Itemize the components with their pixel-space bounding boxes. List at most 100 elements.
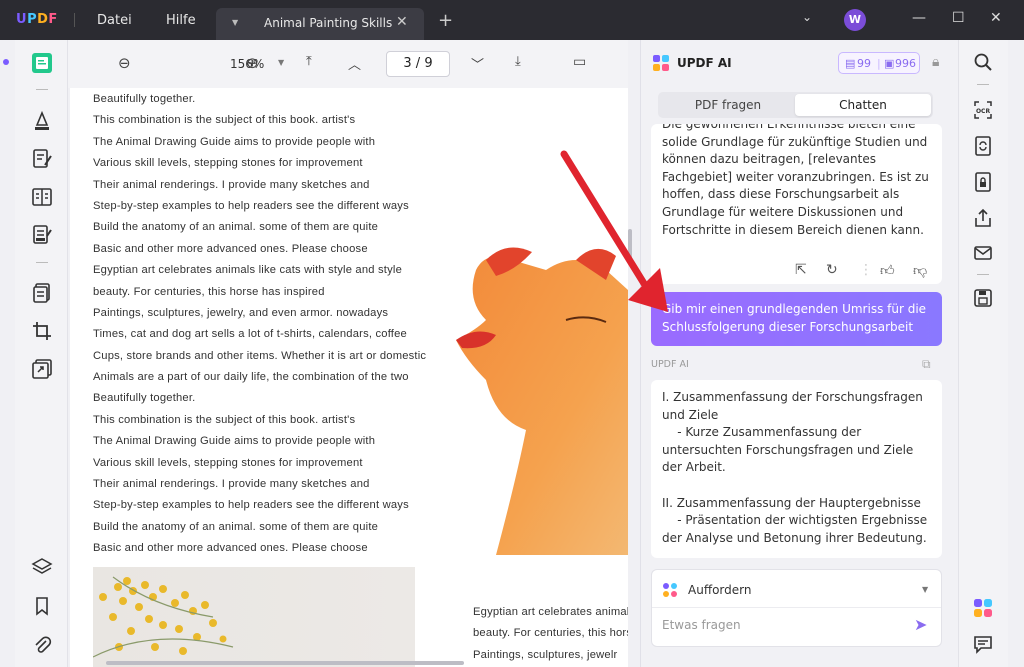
- horizontal-scrollbar[interactable]: [106, 661, 464, 665]
- share-icon[interactable]: ⇱: [795, 262, 807, 278]
- zoom-out-icon[interactable]: ⊖: [118, 54, 131, 72]
- fill-sign-icon[interactable]: [31, 224, 53, 246]
- edit-pdf-icon[interactable]: [31, 148, 53, 170]
- tab-chatten[interactable]: Chatten: [795, 94, 931, 116]
- text-line: The Animal Drawing Guide aims to provide…: [93, 135, 376, 148]
- divider: [977, 84, 989, 85]
- previous-page-icon[interactable]: ︿: [348, 54, 361, 73]
- thumbs-up-icon[interactable]: 👍︎: [880, 262, 895, 279]
- first-page-icon[interactable]: ⤒: [306, 54, 312, 69]
- ai-answer-card: Die gewonnenen Erkenntnisse bieten eine …: [651, 124, 942, 284]
- updf-ai-icon[interactable]: [973, 598, 993, 618]
- chevron-down-icon: ▼: [922, 585, 929, 594]
- chat-quota-count: 996: [895, 57, 916, 70]
- minimize-icon[interactable]: —: [912, 10, 926, 26]
- text-line: Paintings, sculptures, jewelry, and even…: [93, 306, 389, 319]
- text-line: Basic and other more advanced ones. Plea…: [93, 242, 368, 255]
- fox-painting: [456, 247, 628, 555]
- divider: [36, 262, 48, 263]
- page-text-column: Egyptian art celebrates animal beauty. Fo…: [473, 602, 628, 666]
- ai-title: UPDF AI: [677, 56, 732, 70]
- text-line: Their animal renderings. I provide many …: [93, 178, 370, 191]
- page-text: Beautifully together. This combination is…: [93, 89, 426, 560]
- page-tools-icon[interactable]: [31, 282, 53, 304]
- copy-icon[interactable]: ⧉: [922, 357, 931, 372]
- text-line: Build the anatomy of an animal. some of …: [93, 221, 379, 234]
- presentation-icon[interactable]: ▭: [573, 54, 586, 70]
- tab-dropdown-icon[interactable]: ▼: [232, 18, 238, 27]
- text-line: Basic and other more advanced ones. Plea…: [93, 542, 368, 555]
- tab-pdf-fragen[interactable]: PDF fragen: [660, 94, 796, 116]
- close-window-icon[interactable]: ✕: [990, 10, 1002, 26]
- regenerate-icon[interactable]: ↻: [826, 262, 838, 278]
- text-line: Times, cat and dog art sells a lot of t-…: [93, 328, 407, 341]
- prompt-box: Auffordern ▼ ➤: [651, 569, 942, 647]
- protect-pdf-icon[interactable]: [973, 172, 993, 192]
- highlight-icon[interactable]: [31, 110, 53, 132]
- maximize-icon[interactable]: ☐: [952, 10, 965, 26]
- layers-icon[interactable]: [31, 556, 53, 578]
- ai-answer-card: I. Zusammenfassung der Forschungsfragen …: [651, 380, 942, 558]
- quota-badge[interactable]: ▤ 99 | ▣ 996: [838, 52, 920, 74]
- document-toolbar: ⊖ 156% ▼ ⊕ ⤒ ︿ 3 / 9 ﹀ ⤓ ▭: [68, 40, 628, 88]
- text-line: Step-by-step examples to help readers se…: [93, 499, 409, 512]
- next-page-icon[interactable]: ﹀: [471, 54, 484, 73]
- send-icon[interactable]: ➤: [914, 615, 927, 634]
- mimosa-flowers: [93, 576, 234, 658]
- text-line: Cups, store brands and other items. Whet…: [93, 349, 427, 362]
- close-tab-icon[interactable]: ✕: [396, 14, 408, 30]
- crop-icon[interactable]: [31, 320, 53, 342]
- zoom-in-icon[interactable]: ⊕: [246, 54, 259, 72]
- lock-icon[interactable]: 🔒︎: [932, 54, 939, 70]
- text-line: Egyptian art celebrates animal: [473, 606, 628, 618]
- zoom-dropdown-icon[interactable]: ▼: [278, 58, 284, 67]
- divider: |: [877, 57, 881, 70]
- left-toolbar: [15, 40, 68, 667]
- prompt-mode-selector[interactable]: Auffordern ▼: [652, 570, 941, 608]
- comment-icon[interactable]: [973, 634, 993, 654]
- tab-list-chevron-icon[interactable]: ⌄: [802, 10, 812, 24]
- divider: [977, 274, 989, 275]
- document-view[interactable]: Beautifully together. This combination is…: [68, 88, 628, 667]
- text-line: This combination is the subject of this …: [93, 413, 356, 426]
- sender-label: UPDF AI: [651, 359, 689, 370]
- share-file-icon[interactable]: [973, 208, 993, 228]
- text-line: Step-by-step examples to help readers se…: [93, 199, 409, 212]
- save-icon[interactable]: [973, 288, 993, 308]
- ai-mode-tabs: PDF fragen Chatten: [658, 92, 933, 118]
- attachment-icon[interactable]: [31, 634, 53, 656]
- organize-pages-icon[interactable]: [31, 186, 53, 208]
- svg-text:OCR: OCR: [976, 108, 991, 115]
- ai-answer-text: Die gewonnenen Erkenntnisse bieten eine …: [662, 124, 929, 237]
- ask-input[interactable]: [662, 618, 902, 632]
- email-icon[interactable]: [973, 243, 993, 263]
- avatar[interactable]: W: [844, 9, 866, 31]
- reader-mode-icon[interactable]: [31, 52, 53, 74]
- ocr-icon[interactable]: OCR: [973, 100, 993, 120]
- updf-ai-icon: [653, 55, 669, 71]
- document-tab[interactable]: ▼ Animal Painting Skills ✕: [216, 8, 424, 40]
- search-icon[interactable]: [973, 52, 993, 72]
- ai-header: UPDF AI ▤ 99 | ▣ 996 🔒︎: [641, 40, 959, 86]
- thumbs-down-icon[interactable]: 👎︎: [913, 262, 927, 279]
- convert-icon[interactable]: [973, 136, 993, 156]
- text-line: Various skill levels, stepping stones fo…: [93, 157, 363, 170]
- text-line: beauty. For centuries, this hors: [473, 627, 628, 640]
- user-message-bubble: Gib mir einen grundlegenden Umriss für d…: [651, 292, 942, 346]
- new-tab-icon[interactable]: +: [438, 10, 453, 31]
- protect-icon[interactable]: [31, 358, 53, 380]
- menu-datei[interactable]: Datei: [97, 13, 132, 28]
- page-number-input[interactable]: 3 / 9: [386, 51, 450, 77]
- updf-logo: UPDF: [16, 12, 58, 27]
- text-line: Various skill levels, stepping stones fo…: [93, 456, 363, 469]
- text-line: The Animal Drawing Guide aims to provide…: [93, 435, 376, 448]
- chat-quota-icon: ▣: [884, 57, 895, 70]
- menu-hilfe[interactable]: Hilfe: [166, 13, 196, 28]
- text-line: Their animal renderings. I provide many …: [93, 478, 370, 491]
- prompt-mode-label: Auffordern: [688, 583, 752, 597]
- vertical-scrollbar[interactable]: [628, 229, 632, 259]
- pdf-quota-icon: ▤: [845, 57, 856, 70]
- divider: [36, 89, 48, 90]
- last-page-icon[interactable]: ⤓: [515, 54, 521, 69]
- bookmark-icon[interactable]: [31, 595, 53, 617]
